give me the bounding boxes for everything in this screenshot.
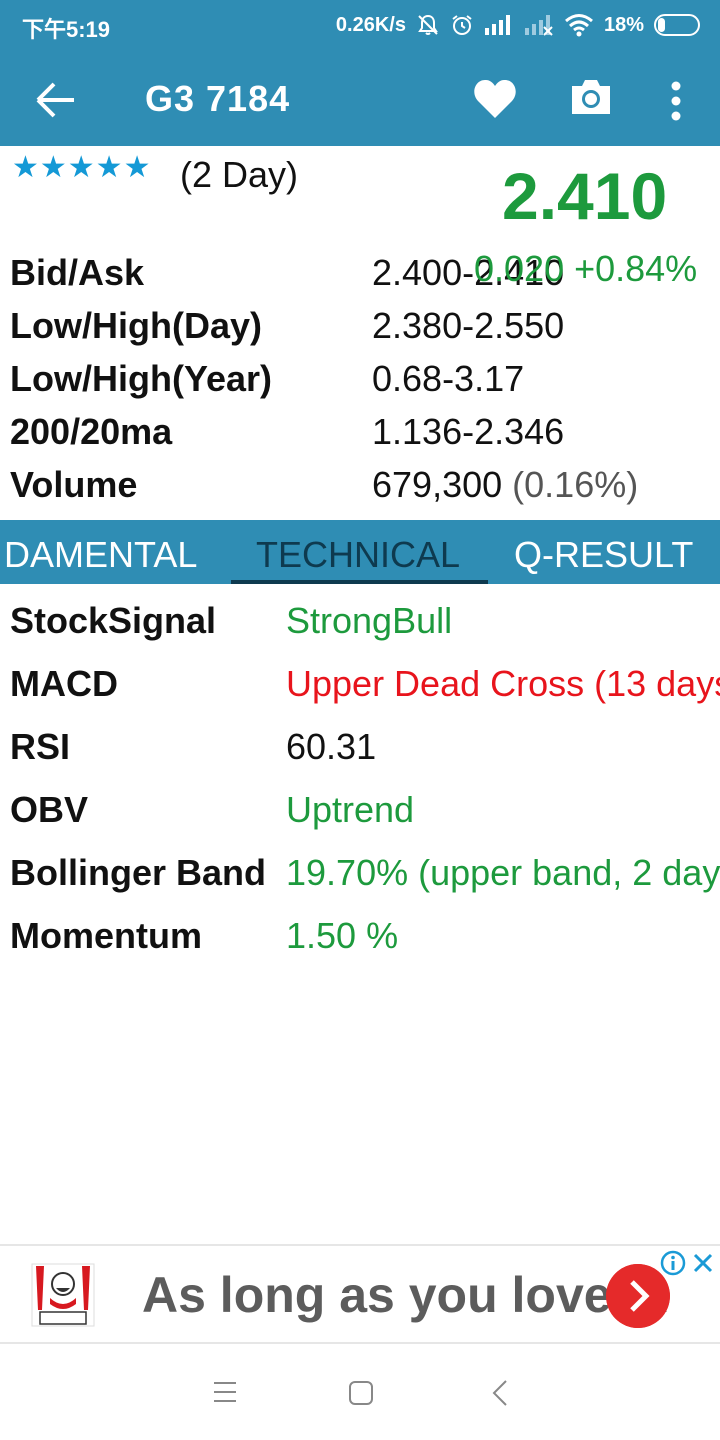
- tab-bar: DAMENTAL TECHNICAL Q-RESULT: [0, 520, 720, 584]
- status-icons: 0.26K/s 18%: [336, 10, 700, 40]
- quote-label: Low/High(Day): [10, 305, 262, 346]
- active-tab-indicator: [231, 580, 488, 584]
- page-title: G3 7184: [145, 78, 291, 119]
- quote-row-day-range: Low/High(Day) 2.380-2.550: [10, 305, 710, 358]
- more-vert-icon[interactable]: [662, 78, 690, 124]
- home-icon[interactable]: [348, 1380, 374, 1406]
- signal-empty-icon: [524, 15, 553, 36]
- heart-icon[interactable]: [472, 76, 518, 122]
- camera-icon[interactable]: [568, 74, 614, 120]
- tech-row-momentum: Momentum 1.50 %: [10, 915, 720, 978]
- close-icon[interactable]: [692, 1252, 714, 1274]
- tech-value: 1.50 %: [286, 915, 399, 956]
- status-bar: 下午5:19 0.26K/s 18%: [0, 0, 720, 52]
- quote-value: 0.68-3.17: [372, 358, 525, 399]
- alarm-icon: [452, 15, 472, 35]
- battery-percent: 18%: [603, 13, 644, 36]
- wifi-icon: [565, 14, 593, 37]
- tech-value: Upper Dead Cross (13 days): [286, 663, 720, 704]
- quote-label: 200/20ma: [10, 411, 173, 452]
- ad-banner[interactable]: As long as you love it.: [0, 1244, 720, 1344]
- tech-value: Uptrend: [286, 789, 415, 830]
- tab-q-result[interactable]: Q-RESULT: [514, 534, 693, 576]
- app-bar: G3 7184: [0, 52, 720, 146]
- tech-value: StrongBull: [286, 600, 453, 641]
- quote-label: Low/High(Year): [10, 358, 273, 399]
- quote-value: 679,300 (0.16%): [372, 464, 638, 506]
- info-icon[interactable]: [660, 1250, 686, 1276]
- tech-row-stocksignal: StockSignal StrongBull: [10, 600, 720, 663]
- net-speed: 0.26K/s: [335, 13, 406, 36]
- period-label: (2 Day): [180, 154, 299, 195]
- tech-label: RSI: [10, 726, 71, 767]
- tech-label: Bollinger Band: [10, 852, 267, 893]
- screen: 下午5:19 0.26K/s 18% G3 7184 ★★★★★ (2 Day)…: [0, 0, 720, 1440]
- kfc-logo-icon: [31, 1263, 95, 1327]
- volume-value: 679,300: [372, 464, 503, 505]
- signal-icon: [484, 15, 510, 35]
- tech-row-rsi: RSI 60.31: [10, 726, 720, 789]
- quote-label: Volume: [10, 464, 138, 505]
- quote-label: Bid/Ask: [10, 252, 145, 293]
- battery-icon: [654, 14, 700, 36]
- tech-label: Momentum: [10, 915, 202, 956]
- quote-value: 2.380-2.550: [372, 305, 565, 346]
- rating-stars: ★★★★★: [12, 150, 152, 185]
- tech-value: 19.70% (upper band, 2 days): [286, 852, 720, 893]
- tech-row-obv: OBV Uptrend: [10, 789, 720, 852]
- tech-row-bollinger: Bollinger Band 19.70% (upper band, 2 day…: [10, 852, 720, 915]
- back-arrow-icon[interactable]: [34, 80, 78, 120]
- quote-row-volume: Volume 679,300 (0.16%): [10, 464, 710, 517]
- tech-label: MACD: [10, 663, 118, 704]
- ad-text[interactable]: As long as you love it.: [142, 1266, 670, 1324]
- quote-table: Bid/Ask 2.400-2.410 Low/High(Day) 2.380-…: [10, 252, 710, 517]
- menu-icon[interactable]: [212, 1380, 238, 1404]
- mute-icon: [418, 14, 438, 35]
- last-price: 2.410: [502, 159, 668, 233]
- tech-label: StockSignal: [10, 600, 217, 641]
- battery-level: [658, 18, 665, 32]
- tab-fundamental[interactable]: DAMENTAL: [4, 534, 197, 576]
- tech-value: 60.31: [286, 726, 377, 767]
- quote-value: 1.136-2.346: [372, 411, 565, 452]
- tech-row-macd: MACD Upper Dead Cross (13 days): [10, 663, 720, 726]
- system-nav-bar: [0, 1346, 720, 1440]
- quote-row-year-range: Low/High(Year) 0.68-3.17: [10, 358, 710, 411]
- back-icon[interactable]: [490, 1378, 510, 1408]
- volume-percent: (0.16%): [512, 464, 639, 505]
- tech-label: OBV: [10, 789, 89, 830]
- quote-row-moving-average: 200/20ma 1.136-2.346: [10, 411, 710, 464]
- technical-table: StockSignal StrongBull MACD Upper Dead C…: [10, 600, 720, 980]
- status-time: 下午5:19: [22, 17, 111, 42]
- price-change: 0.020 +0.84%: [474, 248, 698, 289]
- tab-technical[interactable]: TECHNICAL: [256, 534, 460, 576]
